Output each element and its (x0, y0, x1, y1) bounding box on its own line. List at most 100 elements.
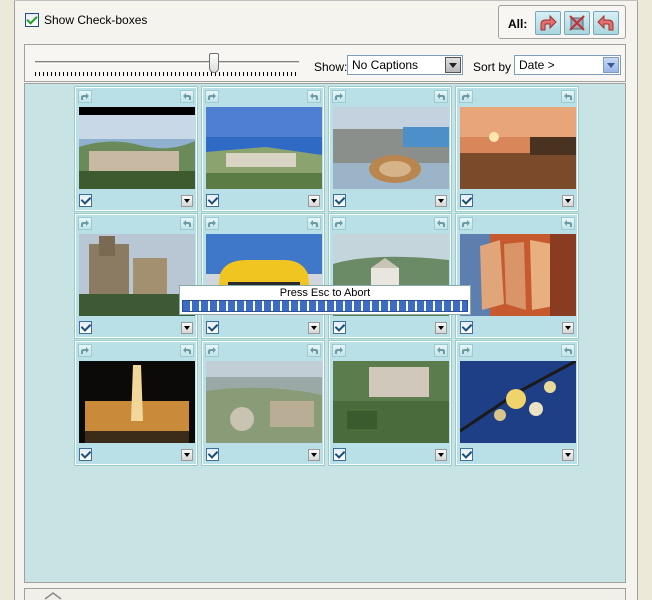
forward-arrow-icon[interactable] (332, 344, 346, 357)
back-arrow-icon[interactable] (307, 217, 321, 230)
chevron-down-icon[interactable] (308, 195, 320, 207)
back-arrow-icon[interactable] (307, 344, 321, 357)
forward-arrow-icon[interactable] (78, 217, 92, 230)
back-arrow-icon[interactable] (561, 344, 575, 357)
thumbnail-checkbox[interactable] (333, 448, 346, 461)
chevron-down-icon[interactable] (603, 57, 619, 73)
forward-arrow-icon[interactable] (78, 90, 92, 103)
arrow-icon (44, 592, 62, 600)
chevron-down-icon[interactable] (181, 322, 193, 334)
chevron-down-icon[interactable] (308, 449, 320, 461)
progress-label: Press Esc to Abort (279, 287, 371, 299)
back-arrow-icon[interactable] (307, 90, 321, 103)
view-toolbar: Show: No Captions Sort by Date > (24, 44, 626, 82)
zoom-slider-ticks (35, 72, 299, 76)
forward-arrow-icon[interactable] (332, 90, 346, 103)
delete-cross-icon (569, 15, 585, 31)
photo-thumbnail[interactable] (460, 361, 576, 443)
back-arrow-icon[interactable] (434, 90, 448, 103)
chevron-down-icon[interactable] (435, 195, 447, 207)
thumbnail-tile[interactable] (74, 86, 198, 212)
chevron-down-icon[interactable] (562, 195, 574, 207)
show-checkboxes-toggle[interactable]: Show Check-boxes (25, 13, 147, 27)
thumbnail-tile[interactable] (74, 340, 198, 466)
back-arrow-icon[interactable] (180, 344, 194, 357)
thumbnail-tile[interactable] (201, 340, 325, 466)
photo-thumbnail[interactable] (79, 361, 195, 443)
forward-arrow-icon[interactable] (205, 217, 219, 230)
chevron-down-icon[interactable] (181, 449, 193, 461)
thumbnail-tile[interactable] (455, 213, 579, 339)
thumbnail-checkbox[interactable] (333, 194, 346, 207)
thumbnail-checkbox[interactable] (206, 448, 219, 461)
caption-select-value: No Captions (352, 58, 419, 72)
photo-thumbnail[interactable] (460, 107, 576, 189)
thumbnail-gallery (24, 83, 626, 583)
thumbnail-tile[interactable] (201, 213, 325, 339)
progress-dialog: Press Esc to Abort (179, 285, 471, 315)
back-arrow-icon[interactable] (561, 217, 575, 230)
chevron-down-icon[interactable] (445, 57, 461, 73)
bottom-panel (24, 588, 626, 600)
thumbnail-checkbox[interactable] (460, 448, 473, 461)
photo-thumbnail[interactable] (206, 361, 322, 443)
back-arrow-icon[interactable] (180, 90, 194, 103)
thumbnail-tile[interactable] (328, 213, 452, 339)
progress-bar (182, 300, 468, 312)
thumbnail-checkbox[interactable] (79, 448, 92, 461)
sort-select-value: Date > (519, 58, 555, 72)
sort-by-label: Sort by (473, 60, 512, 74)
caption-select[interactable]: No Captions (347, 55, 463, 75)
thumbnail-tile[interactable] (201, 86, 325, 212)
thumbnail-tile[interactable] (455, 86, 579, 212)
thumbnail-checkbox[interactable] (206, 321, 219, 334)
show-checkboxes-checkbox[interactable] (25, 13, 39, 27)
thumbnail-checkbox[interactable] (333, 321, 346, 334)
forward-arrow-icon[interactable] (205, 344, 219, 357)
back-arrow-icon[interactable] (561, 90, 575, 103)
forward-arrow-icon[interactable] (459, 217, 473, 230)
show-label: Show: (314, 60, 348, 74)
photo-thumbnail[interactable] (79, 234, 195, 316)
chevron-down-icon[interactable] (181, 195, 193, 207)
forward-arrow-icon[interactable] (459, 90, 473, 103)
thumbnail-tile[interactable] (455, 340, 579, 466)
thumbnail-checkbox[interactable] (79, 321, 92, 334)
forward-arrow-icon[interactable] (459, 344, 473, 357)
chevron-down-icon[interactable] (435, 449, 447, 461)
back-arrow-icon[interactable] (180, 217, 194, 230)
forward-arrow-icon[interactable] (78, 344, 92, 357)
thumbnail-checkbox[interactable] (79, 194, 92, 207)
thumbnail-checkbox[interactable] (460, 194, 473, 207)
forward-arrow-icon[interactable] (205, 90, 219, 103)
panel-top-border (14, 0, 638, 1)
back-arrow-icon (597, 15, 614, 31)
show-checkboxes-label: Show Check-boxes (44, 13, 148, 27)
chevron-down-icon[interactable] (562, 322, 574, 334)
zoom-slider-track[interactable] (35, 61, 299, 64)
photo-thumbnail[interactable] (333, 107, 449, 189)
chevron-down-icon[interactable] (308, 322, 320, 334)
thumbnail-tile[interactable] (74, 213, 198, 339)
thumbnail-tile[interactable] (328, 86, 452, 212)
photo-thumbnail[interactable] (333, 361, 449, 443)
back-arrow-icon[interactable] (434, 217, 448, 230)
back-arrow-icon[interactable] (434, 344, 448, 357)
all-forward-button[interactable] (535, 11, 561, 35)
all-back-button[interactable] (593, 11, 619, 35)
all-label: All: (508, 17, 528, 31)
photo-thumbnail[interactable] (79, 107, 195, 189)
photo-thumbnail[interactable] (460, 234, 576, 316)
thumbnail-checkbox[interactable] (460, 321, 473, 334)
thumbnail-checkbox[interactable] (206, 194, 219, 207)
all-actions-group: All: (498, 5, 626, 39)
sort-select[interactable]: Date > (514, 55, 621, 75)
chevron-down-icon[interactable] (562, 449, 574, 461)
forward-arrow-icon (540, 15, 557, 31)
zoom-slider-thumb[interactable] (209, 53, 219, 73)
thumbnail-tile[interactable] (328, 340, 452, 466)
photo-thumbnail[interactable] (206, 107, 322, 189)
chevron-down-icon[interactable] (435, 322, 447, 334)
forward-arrow-icon[interactable] (332, 217, 346, 230)
all-delete-button[interactable] (564, 11, 590, 35)
